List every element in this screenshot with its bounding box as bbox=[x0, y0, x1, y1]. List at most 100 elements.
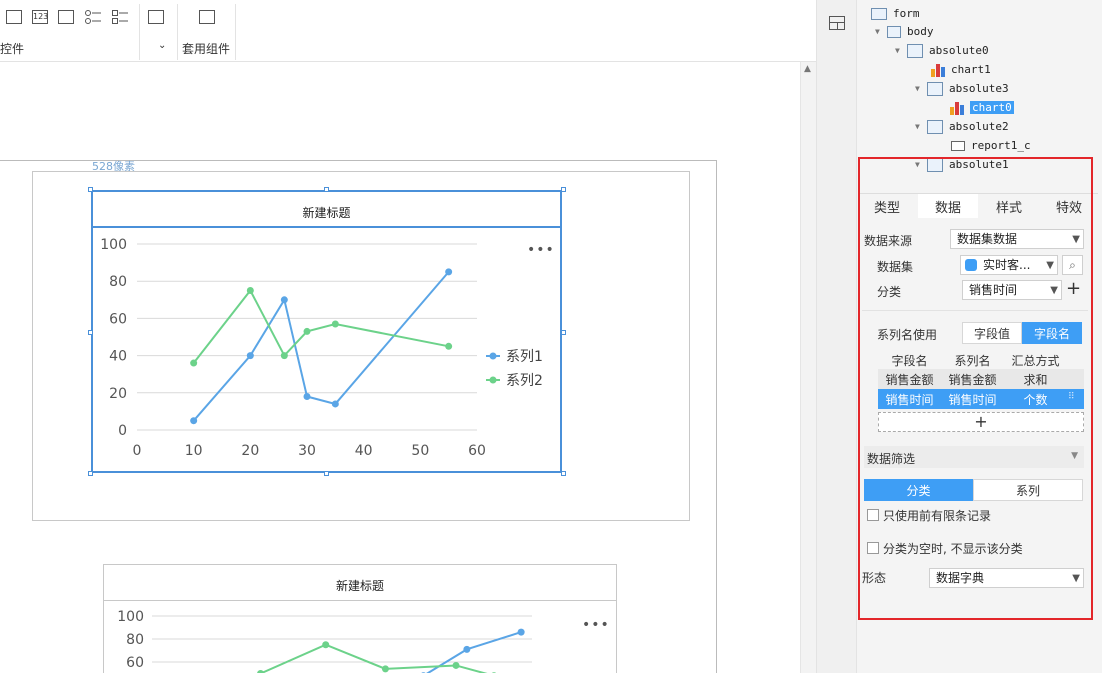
checkbox-list-icon[interactable] bbox=[112, 10, 128, 24]
field-grid-header: 字段名 系列名 汇总方式 bbox=[878, 350, 1084, 370]
data-source-select[interactable]: 数据集数据 ▼ bbox=[950, 229, 1084, 249]
resize-handle[interactable] bbox=[561, 471, 566, 476]
top-n-label: 只使用前有限条记录 bbox=[883, 509, 992, 523]
tree-item-absolute2[interactable]: ▼ absolute2 bbox=[915, 117, 1009, 136]
grid-cell[interactable]: 销售时间 bbox=[941, 391, 1004, 408]
resize-handle[interactable] bbox=[88, 330, 93, 335]
scroll-up-icon[interactable]: ▲ bbox=[804, 64, 811, 74]
series-line bbox=[260, 643, 488, 673]
expand-arrow-icon[interactable]: ▼ bbox=[915, 160, 927, 169]
resize-handle[interactable] bbox=[561, 330, 566, 335]
series-name-label: 系列名使用 bbox=[877, 328, 938, 342]
category-label: 分类 bbox=[877, 285, 902, 299]
canvas-scrollbar[interactable]: ▲ bbox=[800, 62, 816, 673]
tree-item-absolute0[interactable]: ▼ absolute0 bbox=[895, 41, 989, 60]
toolbar-group-templates[interactable]: 套用组件 bbox=[182, 40, 230, 57]
expand-arrow-icon[interactable]: ▼ bbox=[875, 27, 887, 36]
chart-plot: 60 80 100 bbox=[117, 609, 532, 673]
chevron-down-icon[interactable]: ⌄ bbox=[158, 40, 166, 51]
text-list-icon[interactable] bbox=[58, 10, 74, 24]
hide-empty-checkbox[interactable] bbox=[867, 542, 879, 554]
x-tick-label: 20 bbox=[241, 443, 259, 459]
series-line bbox=[192, 271, 450, 422]
grid-cell[interactable]: 销售时间 bbox=[878, 391, 941, 408]
design-canvas[interactable]: 528像素 新建标题 ••• 0 20 40 60 80 100 0 10 20 30 40 50 60… bbox=[0, 62, 800, 673]
add-field-button[interactable]: + bbox=[878, 412, 1084, 432]
tree-item-absolute3[interactable]: ▼ absolute3 bbox=[915, 79, 1009, 98]
layout-icon[interactable] bbox=[199, 10, 215, 24]
tree-item-chart0[interactable]: chart0 bbox=[950, 98, 1014, 117]
y-tick-label: 40 bbox=[109, 349, 127, 365]
tree-item-body[interactable]: ▼ body bbox=[875, 22, 934, 41]
add-category-icon[interactable]: + bbox=[1066, 278, 1081, 299]
preview-icon[interactable] bbox=[148, 10, 164, 24]
tab-effects[interactable]: 特效 bbox=[1040, 194, 1098, 218]
y-tick-label: 100 bbox=[117, 609, 144, 625]
tab-data[interactable]: 数据 bbox=[918, 194, 978, 218]
category-select[interactable]: 销售时间 ▼ bbox=[962, 280, 1062, 300]
y-tick-label: 80 bbox=[109, 274, 127, 290]
layout-icon bbox=[887, 25, 901, 38]
collapse-arrow-icon[interactable]: ▼ bbox=[1071, 451, 1078, 461]
form-select[interactable]: 数据字典 ▼ bbox=[929, 568, 1084, 588]
widget-layout-icon[interactable] bbox=[829, 16, 845, 30]
resize-handle[interactable] bbox=[324, 471, 329, 476]
data-point bbox=[331, 400, 339, 408]
resize-handle[interactable] bbox=[324, 187, 329, 192]
select-value: 实时客... bbox=[983, 258, 1031, 272]
toolbar-divider bbox=[235, 4, 236, 60]
drag-handle-icon[interactable]: ⠿ bbox=[1068, 392, 1075, 402]
tree-item-label: absolute3 bbox=[949, 82, 1009, 95]
chart-widget-selected[interactable]: 新建标题 ••• 0 20 40 60 80 100 0 10 20 30 40 50 60 系列1 系列2 bbox=[91, 190, 562, 473]
table-row[interactable]: 销售金额 销售金额 求和 bbox=[878, 369, 1084, 389]
tab-style[interactable]: 样式 bbox=[980, 194, 1038, 218]
expand-arrow-icon[interactable]: ▼ bbox=[915, 84, 927, 93]
tree-item-label: absolute1 bbox=[949, 158, 1009, 171]
dataset-select[interactable]: 实时客... ▼ bbox=[960, 255, 1058, 275]
table-row-selected[interactable]: 销售时间 销售时间 个数 bbox=[878, 389, 1084, 409]
data-filter-header[interactable]: 数据筛选 ▼ bbox=[864, 446, 1084, 468]
resize-handle[interactable] bbox=[88, 187, 93, 192]
filter-tab-series[interactable]: 系列 bbox=[973, 479, 1083, 501]
series-name-option-field[interactable]: 字段名 bbox=[1022, 322, 1082, 344]
y-tick-label: 80 bbox=[126, 632, 144, 648]
calendar-icon[interactable] bbox=[6, 10, 22, 24]
data-point bbox=[463, 645, 471, 653]
resize-handle[interactable] bbox=[561, 187, 566, 192]
legend-label: 系列2 bbox=[506, 373, 543, 389]
data-point bbox=[445, 268, 453, 276]
expand-arrow-icon[interactable]: ▼ bbox=[915, 122, 927, 131]
number-input-icon[interactable]: 123 bbox=[32, 10, 48, 24]
series-name-option-value[interactable]: 字段值 bbox=[962, 322, 1022, 344]
tree-item-report1-c[interactable]: report1_c bbox=[951, 136, 1031, 155]
filter-tab-category[interactable]: 分类 bbox=[864, 479, 973, 501]
form-label: 形态 bbox=[862, 571, 887, 585]
grid-cell[interactable]: 求和 bbox=[1004, 371, 1067, 388]
chevron-down-icon: ▼ bbox=[1050, 285, 1058, 296]
x-tick-label: 0 bbox=[133, 443, 142, 459]
toolbar-group-controls[interactable]: 控件 bbox=[0, 40, 24, 57]
chart-title[interactable]: 新建标题 bbox=[93, 204, 560, 221]
resize-handle[interactable] bbox=[88, 471, 93, 476]
expand-arrow-icon[interactable]: ▼ bbox=[895, 46, 907, 55]
chart-widget[interactable]: 新建标题 ••• 60 80 100 bbox=[103, 564, 617, 673]
tab-type[interactable]: 类型 bbox=[860, 194, 914, 218]
grid-cell[interactable]: 销售金额 bbox=[878, 371, 941, 388]
tree-item-form[interactable]: form bbox=[871, 4, 920, 23]
search-icon[interactable]: ⌕ bbox=[1062, 255, 1083, 275]
tree-item-absolute1[interactable]: ▼ absolute1 bbox=[915, 155, 1009, 174]
data-point bbox=[303, 393, 311, 401]
chart-icon bbox=[931, 63, 945, 77]
y-tick-label: 60 bbox=[109, 311, 127, 327]
data-point bbox=[322, 641, 330, 649]
grid-cell[interactable]: 销售金额 bbox=[941, 371, 1004, 388]
chart-plot: 0 20 40 60 80 100 0 10 20 30 40 50 60 系列1 系列2 bbox=[100, 237, 543, 459]
legend-label: 系列1 bbox=[506, 349, 543, 365]
tree-item-label: absolute2 bbox=[949, 120, 1009, 133]
chart-title[interactable]: 新建标题 bbox=[104, 577, 616, 594]
top-n-checkbox[interactable] bbox=[867, 509, 879, 521]
radio-list-icon[interactable] bbox=[85, 10, 101, 24]
grid-cell[interactable]: 个数 bbox=[1004, 391, 1067, 408]
tree-item-chart1[interactable]: chart1 bbox=[931, 60, 991, 79]
toolbar-divider bbox=[139, 4, 140, 60]
